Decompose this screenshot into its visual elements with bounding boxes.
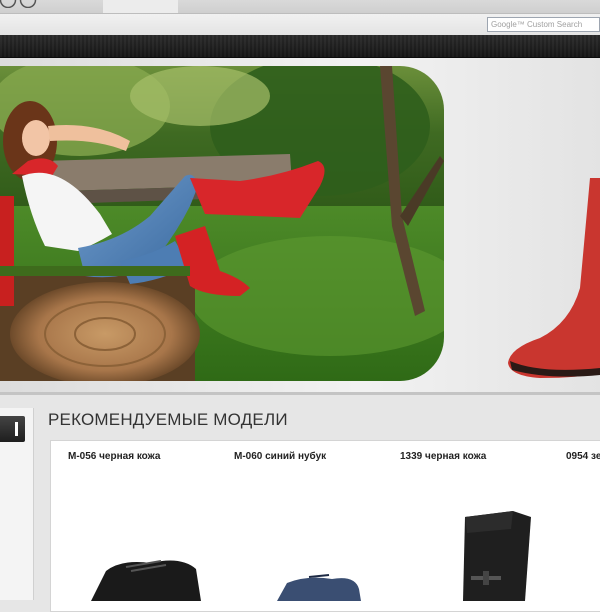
- hero-banner: [0, 58, 600, 395]
- logo[interactable]: [0, 0, 44, 8]
- product-name[interactable]: 1339 черная кожа: [400, 451, 486, 462]
- product-card[interactable]: 1339 черная кожа: [383, 441, 549, 611]
- search-input[interactable]: [487, 17, 600, 32]
- hero-photo[interactable]: [0, 66, 444, 381]
- nav-tab-active[interactable]: [103, 0, 178, 13]
- search-bar: [0, 14, 600, 35]
- product-card[interactable]: M-060 синий нубук: [217, 441, 383, 611]
- black-leather-boot-image[interactable]: [383, 471, 549, 601]
- hero-boot-image[interactable]: [500, 178, 600, 378]
- featured-products-panel: M-056 черная кожа M-060 синий нубук 1339…: [50, 440, 600, 612]
- dark-header-band: [0, 35, 600, 58]
- top-navigation-bar: [0, 0, 600, 14]
- left-sidebar-panel: [0, 408, 34, 600]
- product-name[interactable]: M-056 черная кожа: [68, 451, 160, 462]
- product-card[interactable]: M-056 черная кожа: [51, 441, 217, 611]
- product-name[interactable]: M-060 синий нубук: [234, 451, 326, 462]
- black-leather-shoe-image[interactable]: [51, 471, 217, 601]
- product-card[interactable]: 0954 зе: [549, 441, 600, 611]
- section-title: РЕКОМЕНДУЕМЫЕ МОДЕЛИ: [48, 410, 288, 429]
- product-name[interactable]: 0954 зе: [566, 451, 600, 462]
- blue-nubuck-shoe-image[interactable]: [217, 471, 383, 601]
- sidebar-toggle-icon[interactable]: [0, 416, 25, 442]
